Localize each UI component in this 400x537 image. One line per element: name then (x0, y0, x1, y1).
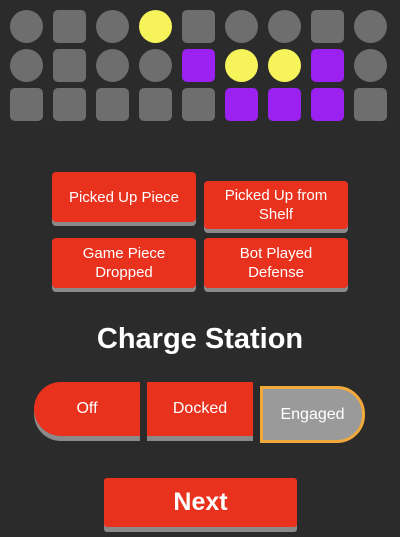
grid-cell-cone-empty[interactable] (96, 49, 129, 82)
charge-station-docked-button[interactable]: Docked (147, 382, 253, 436)
picked-up-piece-button[interactable]: Picked Up Piece (52, 172, 196, 222)
scoring-grid (10, 10, 390, 127)
charge-station-engaged-button[interactable]: Engaged (260, 386, 365, 443)
grid-cell-cone-cone[interactable] (225, 49, 258, 82)
next-button[interactable]: Next (104, 478, 297, 527)
grid-cell-cube-cube[interactable] (182, 49, 215, 82)
grid-cell-hybrid-cube[interactable] (225, 88, 258, 121)
grid-cell-cone-empty[interactable] (354, 10, 387, 43)
grid-cell-cube-cube[interactable] (311, 49, 344, 82)
grid-cell-hybrid-cube[interactable] (268, 88, 301, 121)
grid-cell-cone-empty[interactable] (225, 10, 258, 43)
bot-played-defense-button[interactable]: Bot Played Defense (204, 238, 348, 288)
grid-cell-cube-empty[interactable] (53, 10, 86, 43)
picked-up-from-shelf-button[interactable]: Picked Up from Shelf (204, 181, 348, 229)
grid-row (10, 10, 390, 49)
grid-cell-cube-empty[interactable] (182, 10, 215, 43)
grid-cell-hybrid-empty[interactable] (354, 88, 387, 121)
grid-row (10, 49, 390, 88)
grid-cell-cone-empty[interactable] (10, 10, 43, 43)
game-piece-dropped-button[interactable]: Game Piece Dropped (52, 238, 196, 288)
grid-cell-cone-empty[interactable] (268, 10, 301, 43)
grid-cell-cone-cone[interactable] (268, 49, 301, 82)
grid-cell-cone-empty[interactable] (10, 49, 43, 82)
grid-cell-hybrid-empty[interactable] (10, 88, 43, 121)
grid-cell-hybrid-empty[interactable] (96, 88, 129, 121)
grid-cell-cone-cone[interactable] (139, 10, 172, 43)
grid-cell-cube-empty[interactable] (53, 49, 86, 82)
grid-row (10, 88, 390, 127)
charge-station-off-button[interactable]: Off (34, 382, 140, 436)
grid-cell-hybrid-cube[interactable] (311, 88, 344, 121)
grid-cell-cone-empty[interactable] (96, 10, 129, 43)
grid-cell-hybrid-empty[interactable] (53, 88, 86, 121)
grid-cell-cone-empty[interactable] (354, 49, 387, 82)
grid-cell-hybrid-empty[interactable] (139, 88, 172, 121)
grid-cell-cube-empty[interactable] (311, 10, 344, 43)
grid-cell-cone-empty[interactable] (139, 49, 172, 82)
charge-station-title: Charge Station (96, 323, 304, 355)
grid-cell-hybrid-empty[interactable] (182, 88, 215, 121)
